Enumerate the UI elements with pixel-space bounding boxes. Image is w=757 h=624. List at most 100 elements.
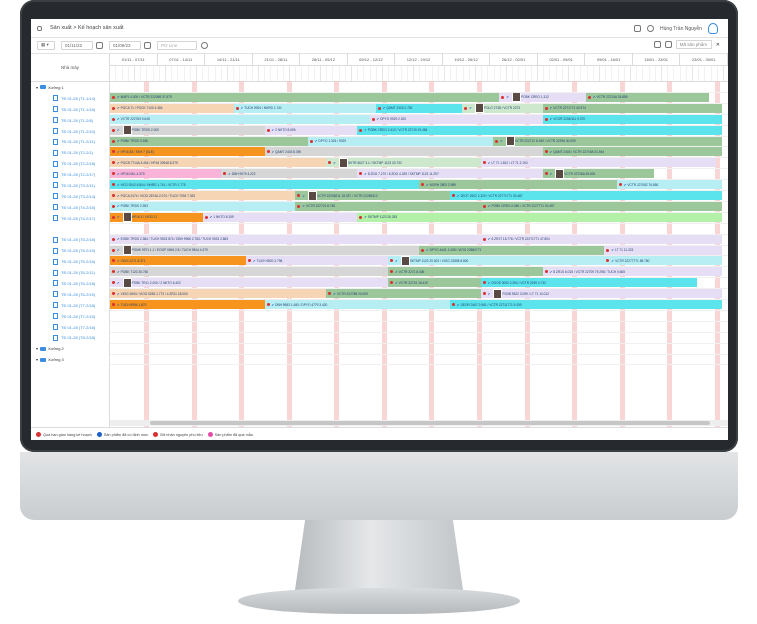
schedule-bar[interactable]: ✔ TUCH 9094 / NHRD 1.741 (233, 103, 376, 113)
clear-icon[interactable]: ✕ (716, 42, 720, 48)
production-order[interactable]: TĐ 01-28 (T6-2/11) (31, 267, 109, 278)
date-to-field[interactable]: 01/09/23 (109, 40, 141, 50)
chevron-down-icon[interactable]: ▾ (36, 346, 38, 351)
menu-icon[interactable] (37, 25, 42, 31)
schedule-bar[interactable]: ✔ DBH 9983 1.480 / DPYO 4779 3.420 (264, 300, 450, 309)
schedule-bar[interactable]: ✔ POBK TRDS 3.336 (110, 136, 308, 146)
schedule-bar[interactable]: ✔ POCB 7714A 3.454 / HP16 20948 8.379 (110, 158, 327, 168)
schedule-bar[interactable]: ✔ 6 ZR1T 18.776 / VCTR 22271771 47.804 (480, 234, 722, 244)
schedule-bar[interactable]: ✔ POBK CREO 1.312 (499, 92, 586, 102)
production-order[interactable]: TĐ 01-28 (T1-2/11) (31, 136, 109, 147)
schedule-bar[interactable]: ✔ DPYO 1.324 / 9029 (307, 136, 494, 146)
schedule-bar[interactable]: ✔ 1 NKTO 8.159 (202, 212, 358, 222)
production-order[interactable]: TĐ 01-28 (T1-1/14) (31, 93, 109, 104)
user-avatar-icon[interactable] (708, 23, 718, 34)
schedule-bar[interactable]: ✔ VCTR 22719 16.419 (388, 278, 481, 288)
settings-icon[interactable] (647, 25, 655, 32)
schedule-bar[interactable]: ✔ VCTR 22277771 58.780 (604, 256, 722, 266)
calendar-icon[interactable] (144, 41, 151, 49)
production-order[interactable]: TĐ 01-28 (T7-2/15) (31, 311, 109, 322)
schedule-bar[interactable]: ✔ 8 ZR1S 6.015 / VCTR 22709 79.298 / TUCH… (542, 267, 722, 277)
product-search-input[interactable]: Mã sản phẩm (675, 40, 712, 49)
search-icon[interactable] (201, 41, 208, 49)
schedule-bar[interactable]: ✔ DEOR 2467 2.961 / VCTR 22711771 9.299 (449, 300, 722, 309)
production-order[interactable]: TĐ 01-28 (T1-2/6) (31, 115, 109, 126)
production-order[interactable]: TĐ 01-28 (T7-2/16) (31, 322, 109, 333)
schedule-bar[interactable]: ✔ POBK CREO 2.060 / VCTR 2227771 30.457 (480, 201, 722, 211)
production-order[interactable]: TĐ 01-28 (T5-2/16) (31, 256, 109, 267)
horizontal-scrollbar[interactable] (110, 420, 728, 426)
production-order[interactable]: TĐ 01-28 (T1-2/10) (31, 126, 109, 137)
schedule-bar[interactable]: ✔ POBK TR11 2.000 / 2 NKTO 6.402 (110, 278, 389, 288)
schedule-bar[interactable]: ✔ SKTMP 1123 20.003 / VIOG 22808 8.800 (388, 256, 605, 266)
production-order[interactable]: TĐ 01-28 (T7-2/18) (31, 300, 109, 311)
factory-group[interactable]: ▾ Xưởng 2 (31, 343, 109, 354)
production-order[interactable]: TĐ 01-28 (T1-1/16) (31, 104, 109, 115)
production-order[interactable]: TĐ 01-28 (T5-2/15) (31, 245, 109, 256)
schedule-bar[interactable]: ✔ MAP1 4.000 / VCTR 222098 37.579 (110, 92, 500, 102)
schedule-bar[interactable]: ✔ POBK 7120 26.760 (110, 267, 389, 277)
schedule-bar[interactable]: ✔ VCTR 222701 8.750 (295, 201, 481, 211)
schedule-bar[interactable]: ✔ TUCH 9820 2.798 (245, 256, 389, 266)
schedule-bar[interactable]: ✔ POCA 71 / POCK 7100 4.384 (110, 103, 234, 113)
schedule-bar[interactable]: ✔ 8 ZDG 7.270 / 8 ZDO 4.329 / SKTMP 1123 … (357, 169, 543, 179)
production-order[interactable]: TĐ 01-28 (T5-2/18) (31, 234, 109, 245)
scrollbar-thumb[interactable] (150, 421, 710, 425)
schedule-bar[interactable]: ✔ VCTR 222783 9.648 (110, 114, 370, 124)
schedule-bar[interactable]: ✔ HP16 NKL 4.379 (110, 169, 222, 179)
production-order[interactable]: TĐ 01-28 (T4-2/17) (31, 213, 109, 224)
chevron-down-icon[interactable]: ▾ (36, 85, 38, 90)
schedule-bar[interactable]: ✔ LT 71 11.323 (604, 245, 722, 255)
schedule-bar[interactable]: ✔ QAMT 2403 2.782 (375, 103, 463, 113)
schedule-bar[interactable]: ✔ VCTR 22728A 25.600 (542, 169, 654, 179)
schedule-bar[interactable]: ✔ SKTMP 1123 26.283 (357, 212, 722, 222)
production-order[interactable]: TĐ 01-28 (T6-2/19) (31, 289, 109, 300)
view-mode-select[interactable]: ▦ ▾ (37, 40, 55, 50)
schedule-bar[interactable]: ✔ POBK TRDS 2.000 (110, 125, 265, 135)
schedule-bar[interactable]: ✔ EOBK TRDS 2.384 / TUCH 9523 874 / DBH 9… (110, 234, 481, 244)
production-order[interactable]: TĐ 01-28 (T8-2/18) (31, 332, 109, 343)
schedule-bar[interactable]: ✔ PO0B 9522 3.099 / LT 71 10.012 (480, 289, 722, 299)
schedule-bar[interactable]: ✔ POMK 9971 1.1 / EOGP 0694 2.8 / TUCH 98… (110, 245, 419, 255)
schedule-bar[interactable]: ✔ POCA 2474 / VIOG 2874A 2.074 / TUCH 709… (110, 191, 296, 200)
production-order[interactable] (31, 224, 109, 235)
schedule-bar[interactable]: ✔ 2 NKTO 8.696 (264, 125, 358, 135)
schedule-bar[interactable]: ✔ VCOR 2206/111 9.370 (542, 114, 722, 124)
date-from-field[interactable]: 01/11/22 (61, 40, 93, 50)
production-order[interactable]: TĐ 01-28 (T2-2/17) (31, 169, 109, 180)
schedule-bar[interactable]: ✔ VIOG 2694 / VIOG 5255 1.773 / 4 ZR11 18… (110, 289, 327, 299)
schedule-bar[interactable]: ✔ DPYO 9029 2.320 (369, 114, 543, 124)
schedule-bar[interactable]: ✔ POLO 2738 / VCTR 2273 (462, 103, 543, 113)
schedule-bar[interactable]: ✔ VIOG 2271 8.371 (110, 256, 246, 266)
schedule-bar[interactable]: ✔ 2EOT 2602 2.320 / VCTR 22771771 30.487 (449, 191, 722, 200)
schedule-bar[interactable]: ✔ HP16 3 / VIOG 11 (110, 212, 203, 222)
calendar-icon[interactable] (96, 41, 103, 49)
schedule-bar[interactable]: ✔ QAMT 2403 8.390 (264, 147, 543, 157)
order-search-input[interactable]: PO Line (157, 40, 197, 50)
schedule-bar[interactable]: ✔ VCTR 222712 8.349 / VCTR 22296 30.009 (493, 136, 722, 146)
zoom-out-icon[interactable] (653, 41, 661, 48)
schedule-bar[interactable]: ✔ DPYO 4441 2.408 / VIOG 22860771 (419, 245, 605, 255)
schedule-bar[interactable]: ✔ VCTR 2271 8.406 (388, 267, 543, 277)
production-order[interactable]: TĐ 01-28 (T2-2/1) (31, 147, 109, 158)
schedule-bar[interactable]: ✔ LT 71 1.812 / LT 71 2.193 (480, 158, 716, 168)
schedule-bar[interactable]: ✔ TUCH 9994 1.870 (110, 300, 265, 309)
schedule-bar[interactable]: ✔ VCTR 222788 20.009 (326, 289, 481, 299)
production-order[interactable]: TĐ 01-28 (T6-2/18) (31, 278, 109, 289)
schedule-bar[interactable]: ✔ DBH 9979 4.222 (221, 169, 358, 179)
schedule-bar[interactable]: ✔ SKTR 5627 3.1 / SKTMP 1123 20.732 (326, 158, 481, 168)
schedule-bar[interactable]: ✔ NGRH 2803 2.989 (419, 180, 617, 190)
schedule-bar[interactable]: ✔ HP16 38 / SKH 7 (SLE) (110, 147, 265, 157)
schedule-bar[interactable]: ✔ HCO 9242 6.804 / NHRD 1.741 / VCTR 1.77… (110, 180, 419, 190)
production-order[interactable]: TĐ 01-28 (T3-2/11) (31, 180, 109, 191)
schedule-bar[interactable]: ✔ POBK TRDS 2.953 (110, 201, 296, 211)
schedule-bar[interactable]: ✔ DOOE 0000 2.394 / VCTR 2299 4.732 (480, 278, 698, 288)
calendar-icon[interactable] (634, 25, 642, 32)
production-order[interactable]: TĐ 01-28 (T2-2/18) (31, 158, 109, 169)
production-order[interactable]: TĐ 01-28 (T4-2/15) (31, 202, 109, 213)
schedule-bar[interactable]: ✔ VCTR 22298211 18.337 / VCTR 22269312 (295, 191, 450, 200)
factory-group[interactable]: ▾ Xưởng 3 (31, 354, 109, 365)
chevron-down-icon[interactable]: ▾ (36, 357, 38, 362)
factory-group[interactable]: ▾ Xưởng 1 (31, 82, 109, 93)
schedule-bar[interactable]: ✔ VCTR 227082 76.850 (616, 180, 722, 190)
